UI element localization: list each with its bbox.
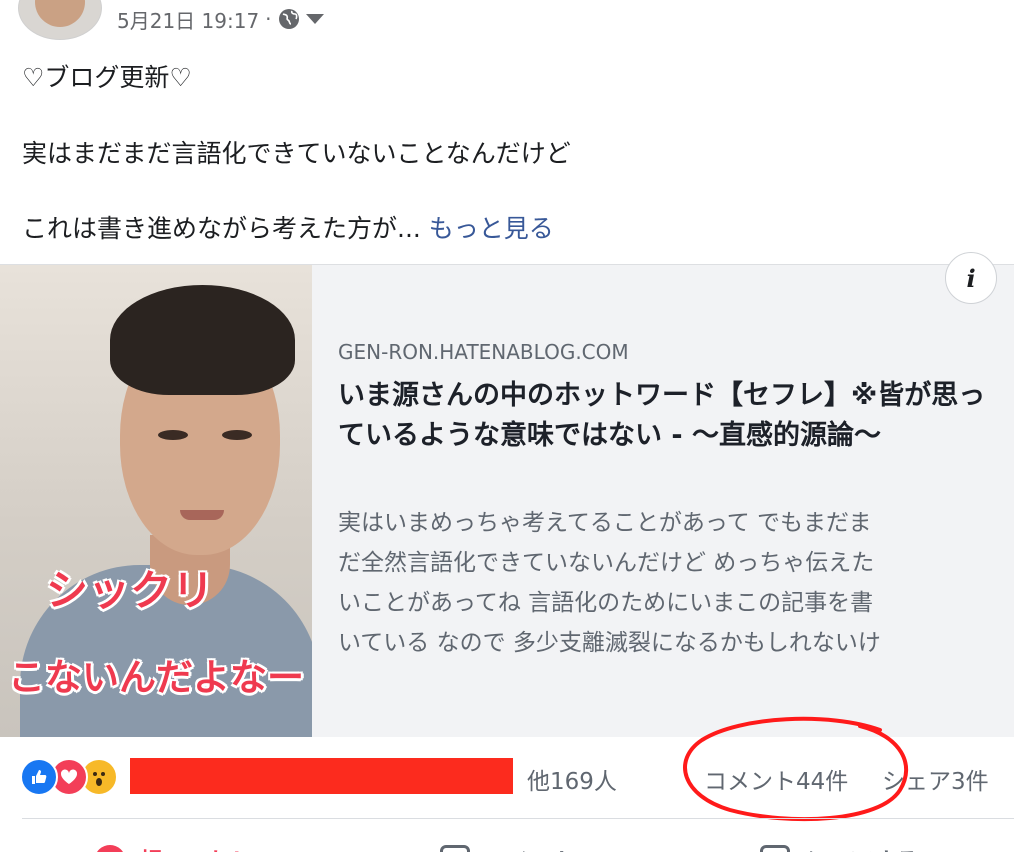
- comment-button[interactable]: コメント: [440, 842, 576, 852]
- thumbnail-caption-2: こないんだよなー: [8, 656, 304, 699]
- comment-icon: [440, 845, 470, 852]
- link-description: 実はいまめっちゃ考えてることがあって でもまだま だ全然言語化できていないんだけ…: [338, 503, 988, 663]
- info-button[interactable]: i: [945, 252, 997, 304]
- reaction-summary[interactable]: [20, 758, 135, 796]
- post-text-excerpt: これは書き進めながら考えた方が...: [22, 214, 421, 243]
- caret-down-icon[interactable]: [305, 14, 324, 24]
- description-line: だ全然言語化できていないんだけど めっちゃ伝えた: [338, 550, 875, 576]
- thumbnail-caption-1: シックリ: [46, 566, 215, 615]
- link-title[interactable]: いま源さんの中のホットワード【セフレ】※皆が思っているような意味ではない - 〜…: [338, 376, 988, 456]
- comment-count[interactable]: コメント44件: [704, 762, 848, 796]
- divider: [22, 818, 1014, 819]
- comment-button-label: コメント: [484, 842, 576, 852]
- share-button-label: シェアする: [804, 842, 919, 852]
- like-button-label: 超いいね！: [139, 842, 254, 852]
- description-line: いている なので 多少支離滅裂になるかもしれないけ: [338, 630, 881, 656]
- reaction-icon: [95, 845, 125, 852]
- post-action-bar: 超いいね！ コメント シェアする: [0, 820, 1014, 852]
- avatar[interactable]: [18, 0, 102, 40]
- post-timestamp[interactable]: 5月21日 19:17: [117, 5, 259, 34]
- post-meta: 5月21日 19:17 ·: [117, 4, 324, 34]
- post-text-line-1: ♡ブログ更新♡: [22, 63, 192, 92]
- share-button[interactable]: シェアする: [760, 842, 919, 852]
- link-thumbnail[interactable]: シックリ こないんだよなー: [0, 265, 312, 737]
- globe-icon[interactable]: [278, 8, 300, 30]
- description-line: いことがあってね 言語化のためにいまこの記事を書: [338, 590, 874, 616]
- others-count[interactable]: 他169人: [527, 762, 617, 796]
- redacted-names: [130, 758, 513, 794]
- like-button[interactable]: 超いいね！: [95, 842, 254, 852]
- see-more-link[interactable]: もっと見る: [429, 214, 554, 243]
- description-line: 実はいまめっちゃ考えてることがあって でもまだま: [338, 510, 872, 536]
- share-count[interactable]: シェア3件: [882, 762, 989, 796]
- link-domain: GEN-RON.HATENABLOG.COM: [338, 340, 629, 364]
- like-icon: [20, 758, 58, 796]
- link-preview-card[interactable]: シックリ こないんだよなー: [0, 264, 1014, 737]
- share-icon: [760, 845, 790, 852]
- post-text-line-3: これは書き進めながら考えた方が... もっと見る: [22, 209, 554, 245]
- post-text-line-2: 実はまだまだ言語化できていないことなんだけど: [22, 139, 571, 168]
- post-stats-bar: 他169人 コメント44件 シェア3件: [0, 736, 1014, 818]
- meta-separator: ·: [265, 7, 272, 31]
